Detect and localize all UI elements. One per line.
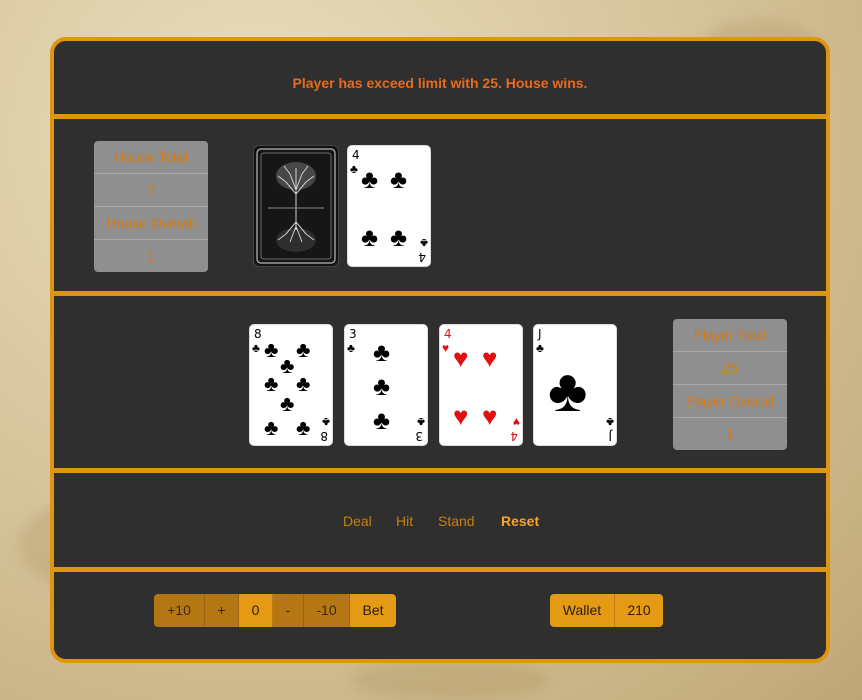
svg-text:♣: ♣ — [548, 357, 587, 424]
svg-text:♣: ♣ — [296, 371, 310, 396]
stand-button[interactable]: Stand — [438, 513, 475, 529]
player-total-label: Player Total — [673, 319, 787, 352]
house-overall-value: 1 — [147, 248, 155, 264]
svg-text:3: 3 — [415, 429, 423, 443]
svg-text:♣: ♣ — [361, 222, 378, 252]
hit-button[interactable]: Hit — [396, 513, 413, 529]
svg-text:J: J — [608, 429, 613, 443]
svg-text:♣: ♣ — [361, 164, 378, 194]
player-card-2: 3 ♣ ♣ ♣ ♣ 3 ♣ — [345, 325, 427, 445]
player-card-3: 4 ♥ ♥ ♥ ♥ ♥ 4 ♥ — [440, 325, 522, 445]
wallet-display: Wallet 210 — [550, 594, 663, 627]
player-overall-value: 1 — [726, 426, 734, 442]
player-area: 8 ♣ ♣ ♣ ♣ ♣ ♣ ♣ ♣ ♣ 8 ♣ 3 ♣ ♣ ♣ ♣ 3 ♣ 4 … — [54, 296, 826, 468]
deal-button[interactable]: Deal — [343, 513, 372, 529]
player-score-box: Player Total 25 Player Overall 1 — [673, 319, 787, 450]
svg-text:J: J — [537, 327, 542, 341]
subtract-10-button[interactable]: -10 — [304, 594, 350, 627]
face-down-card — [254, 146, 338, 266]
svg-text:♣: ♣ — [606, 415, 614, 429]
bet-controls: +10 + 0 - -10 Bet — [154, 594, 396, 627]
svg-text:♣: ♣ — [252, 341, 260, 355]
svg-text:♥: ♥ — [453, 401, 468, 431]
svg-text:4: 4 — [418, 250, 426, 264]
message-bar: Player has exceed limit with 25. House w… — [54, 41, 826, 114]
svg-text:♣: ♣ — [347, 341, 355, 355]
action-controls: Deal Hit Stand Reset — [54, 473, 826, 567]
svg-text:♣: ♣ — [296, 415, 310, 440]
svg-text:8: 8 — [320, 429, 328, 443]
svg-text:♣: ♣ — [536, 341, 544, 355]
house-score-box: House Total ? House Overall 1 — [94, 141, 208, 272]
svg-text:4: 4 — [444, 327, 452, 341]
svg-text:♥: ♥ — [442, 341, 449, 355]
bet-button[interactable]: Bet — [350, 594, 396, 627]
svg-text:♣: ♣ — [373, 337, 390, 367]
player-total-value: 25 — [673, 352, 787, 385]
svg-text:♣: ♣ — [390, 222, 407, 252]
status-message: Player has exceed limit with 25. House w… — [292, 75, 588, 91]
svg-text:3: 3 — [349, 327, 357, 341]
wallet-label: Wallet — [550, 594, 615, 627]
house-total-value: ? — [94, 174, 208, 207]
house-total-label: House Total — [94, 141, 208, 174]
add-1-button[interactable]: + — [205, 594, 239, 627]
player-card-4: J ♣ ♣ J ♣ — [534, 325, 616, 445]
wallet-value: 210 — [615, 594, 663, 627]
svg-text:♣: ♣ — [390, 164, 407, 194]
svg-text:♣: ♣ — [373, 405, 390, 435]
svg-text:4: 4 — [510, 429, 518, 443]
svg-text:♣: ♣ — [350, 162, 358, 176]
svg-text:♥: ♥ — [513, 415, 520, 429]
house-card-2: 4 ♣ ♣ ♣ ♣ ♣ 4 ♣ — [348, 146, 430, 266]
reset-button[interactable]: Reset — [501, 513, 539, 529]
bet-amount: 0 — [239, 594, 273, 627]
svg-text:♥: ♥ — [482, 401, 497, 431]
svg-text:♣: ♣ — [296, 337, 310, 362]
subtract-1-button[interactable]: - — [273, 594, 304, 627]
bet-area: +10 + 0 - -10 Bet Wallet 210 — [54, 572, 826, 659]
svg-text:♣: ♣ — [373, 371, 390, 401]
svg-text:♣: ♣ — [417, 415, 425, 429]
svg-text:♣: ♣ — [264, 337, 278, 362]
svg-text:♣: ♣ — [322, 415, 330, 429]
svg-text:♥: ♥ — [453, 343, 468, 373]
svg-text:♥: ♥ — [482, 343, 497, 373]
svg-text:♣: ♣ — [280, 391, 294, 416]
player-overall-label: Player Overall — [673, 385, 787, 418]
player-card-1: 8 ♣ ♣ ♣ ♣ ♣ ♣ ♣ ♣ ♣ 8 ♣ — [250, 325, 332, 445]
svg-text:4: 4 — [352, 148, 360, 162]
house-area: House Total ? House Overall 1 4 ♣ ♣ ♣ ♣ … — [54, 119, 826, 291]
svg-text:♣: ♣ — [280, 353, 294, 378]
svg-text:♣: ♣ — [264, 415, 278, 440]
add-10-button[interactable]: +10 — [154, 594, 205, 627]
svg-text:♣: ♣ — [264, 371, 278, 396]
svg-text:8: 8 — [254, 327, 262, 341]
game-board: Player has exceed limit with 25. House w… — [50, 37, 830, 663]
svg-text:♣: ♣ — [420, 236, 428, 250]
house-overall-label: House Overall — [94, 207, 208, 240]
